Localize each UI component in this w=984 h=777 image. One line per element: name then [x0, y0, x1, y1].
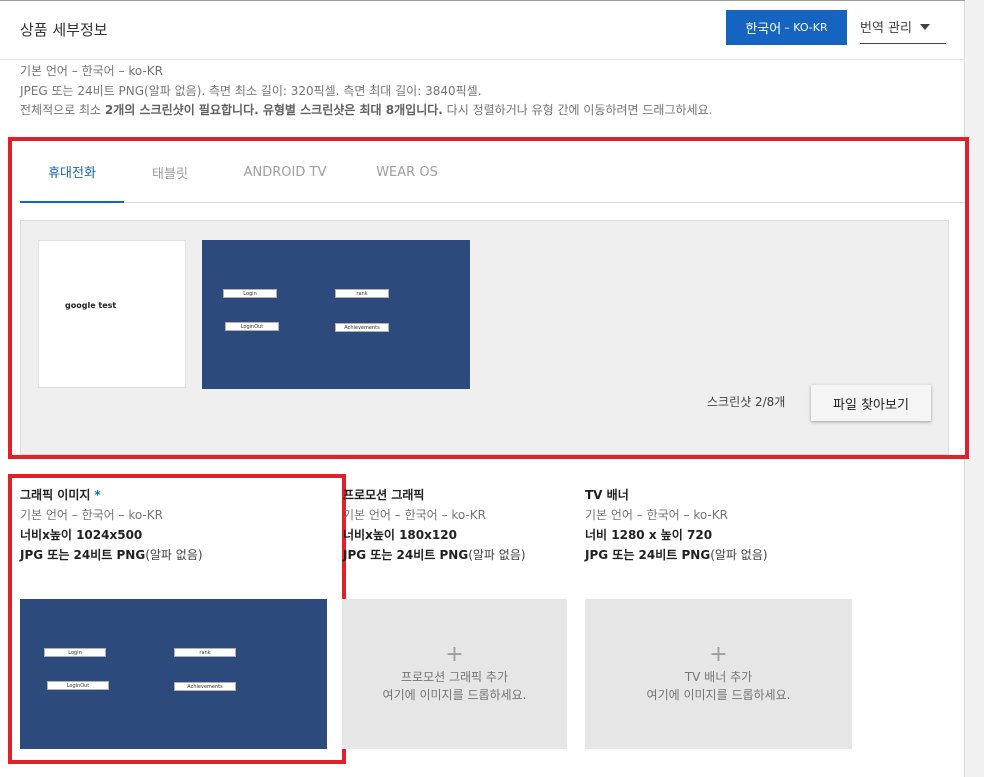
screenshot-thumbnail[interactable]: google test	[38, 240, 186, 388]
count-info-bold: 2개의 스크린샷이 필요합니다. 유형별 스크린샷은 최대 8개입니다.	[104, 103, 443, 117]
thumbnail-text: google test	[65, 301, 117, 310]
feature-graphic-title: 그래픽 이미지 *	[20, 486, 203, 506]
screenshot-format-info: JPEG 또는 24비트 PNG(알파 없음). 측면 최소 길이: 320픽셀…	[20, 84, 482, 98]
add-icon: +	[445, 642, 464, 667]
game-rank-button: rank	[174, 648, 236, 657]
tv-banner-title: TV 배너	[585, 488, 629, 502]
manage-translations-label: 번역 관리	[860, 21, 912, 36]
device-tabs: 휴대전화 태블릿 ANDROID TV WEAR OS	[20, 141, 965, 203]
promo-graphic-drop-zone[interactable]: + 프로모션 그래픽 추가 여기에 이미지를 드롭하세요.	[342, 599, 567, 749]
promo-graphic-info: 프로모션 그래픽 기본 언어 – 한국어 – ko-KR 너비x높이 180x1…	[343, 486, 526, 566]
default-language-info: 기본 언어 – 한국어 – ko-KR	[20, 64, 163, 78]
promo-graphic-add-label: 프로모션 그래픽 추가	[401, 670, 508, 684]
screenshot-thumbnail[interactable]: Login rank LoginOut Achievements	[202, 240, 470, 389]
tv-banner-add-label: TV 배너 추가	[684, 670, 753, 684]
feature-graphic-format-bold: JPG 또는 24비트 PNG	[20, 548, 146, 562]
tv-banner-drop-zone[interactable]: + TV 배너 추가 여기에 이미지를 드롭하세요.	[585, 599, 852, 749]
store-listing-panel: 상품 세부정보 한국어 – KO-KR 번역 관리 기본 언어 – 한국어 – …	[0, 0, 969, 777]
tab-phone[interactable]: 휴대전화	[20, 141, 124, 203]
feature-graphic-format-rest: (알파 없음)	[145, 548, 203, 562]
game-rank-button: rank	[335, 289, 389, 298]
game-login-button: Login	[44, 648, 106, 657]
feature-graphic-image[interactable]: Login rank LoginOut Achievements	[20, 599, 327, 749]
game-achievements-button: Achievements	[335, 323, 389, 332]
feature-graphic-size-text: 너비x높이 1024x500	[20, 528, 143, 542]
screenshot-count-info: 전체적으로 최소 2개의 스크린샷이 필요합니다. 유형별 스크린샷은 최대 8…	[20, 101, 712, 118]
page-title: 상품 세부정보	[20, 21, 108, 39]
feature-graphic-size: 너비x높이 1024x500	[20, 526, 203, 546]
language-button[interactable]: 한국어 – KO-KR	[726, 10, 847, 45]
tv-banner-size-text: 너비 1280 x 높이 720	[585, 528, 713, 542]
promo-graphic-format: JPG 또는 24비트 PNG(알파 없음)	[343, 546, 526, 566]
count-info-pre: 전체적으로 최소	[20, 103, 105, 117]
language-label: 한국어	[745, 22, 782, 37]
tv-banner-info: TV 배너 기본 언어 – 한국어 – ko-KR 너비 1280 x 높이 7…	[585, 486, 768, 566]
feature-graphic-format: JPG 또는 24비트 PNG(알파 없음)	[20, 546, 203, 566]
feature-graphic-language: 기본 언어 – 한국어 – ko-KR	[20, 508, 163, 522]
promo-graphic-size: 너비x높이 180x120	[343, 526, 526, 546]
promo-graphic-format-rest: (알파 없음)	[468, 548, 526, 562]
tv-banner-format: JPG 또는 24비트 PNG(알파 없음)	[585, 546, 768, 566]
promo-graphic-format-bold: JPG 또는 24비트 PNG	[343, 548, 469, 562]
tab-android-tv[interactable]: ANDROID TV	[230, 141, 340, 203]
tv-banner-size: 너비 1280 x 높이 720	[585, 526, 768, 546]
tv-banner-format-rest: (알파 없음)	[710, 548, 768, 562]
game-logout-button: LoginOut	[225, 322, 279, 331]
promo-graphic-language: 기본 언어 – 한국어 – ko-KR	[343, 508, 486, 522]
required-marker: *	[94, 488, 101, 502]
add-icon: +	[709, 642, 728, 667]
feature-graphic-info: 그래픽 이미지 * 기본 언어 – 한국어 – ko-KR 너비x높이 1024x…	[20, 486, 203, 566]
manage-translations-dropdown[interactable]: 번역 관리	[860, 10, 946, 44]
screenshot-count: 스크린샷 2/8개	[707, 395, 786, 409]
language-code: – KO-KR	[784, 21, 828, 34]
promo-graphic-title: 프로모션 그래픽	[343, 488, 425, 502]
tv-banner-language: 기본 언어 – 한국어 – ko-KR	[585, 508, 728, 522]
game-login-button: Login	[223, 289, 277, 298]
count-info-post: 다시 정렬하거나 유형 간에 이동하려면 드래그하세요.	[442, 103, 713, 117]
game-logout-button: LoginOut	[47, 681, 109, 690]
header: 상품 세부정보 한국어 – KO-KR 번역 관리	[0, 0, 965, 60]
tv-banner-drop-label: 여기에 이미지를 드롭하세요.	[646, 688, 791, 702]
game-achievements-button: Achievements	[174, 682, 236, 691]
tab-wear-os[interactable]: WEAR OS	[362, 141, 452, 203]
browse-files-button[interactable]: 파일 찾아보기	[811, 385, 931, 421]
promo-graphic-size-text: 너비x높이 180x120	[343, 528, 457, 542]
tab-tablet[interactable]: 태블릿	[134, 141, 206, 203]
chevron-down-icon	[919, 23, 930, 30]
screenshot-drop-area[interactable]: google test Login rank LoginOut Achievem…	[20, 220, 949, 455]
screenshots-section: 휴대전화 태블릿 ANDROID TV WEAR OS google test …	[8, 137, 969, 459]
tv-banner-format-bold: JPG 또는 24비트 PNG	[585, 548, 711, 562]
promo-graphic-drop-label: 여기에 이미지를 드롭하세요.	[382, 688, 527, 702]
feature-graphic-title-text: 그래픽 이미지	[20, 488, 91, 502]
